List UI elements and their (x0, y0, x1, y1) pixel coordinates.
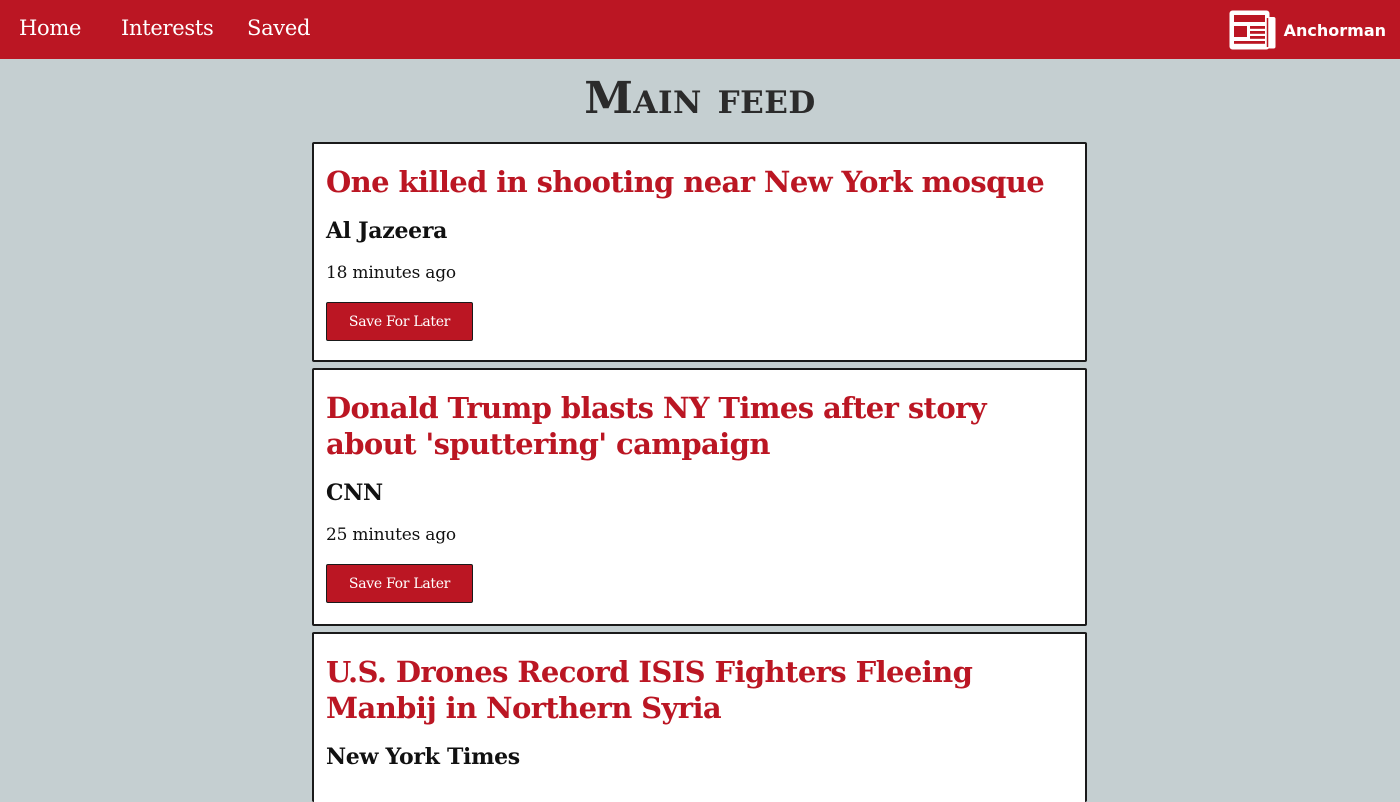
article-card: U.S. Drones Record ISIS Fighters Fleeing… (312, 632, 1087, 802)
article-time: 18 minutes ago (326, 263, 456, 283)
newspaper-icon (1229, 10, 1276, 50)
article-card: One killed in shooting near New York mos… (312, 142, 1087, 362)
nav-link-home[interactable]: Home (19, 15, 81, 41)
article-title-link[interactable]: U.S. Drones Record ISIS Fighters Fleeing… (326, 654, 1073, 726)
article-time: 25 minutes ago (326, 525, 456, 545)
article-title-link[interactable]: Donald Trump blasts NY Times after story… (326, 390, 1073, 462)
top-navbar: Home Interests Saved Anchorman (0, 0, 1400, 59)
brand-name: Anchorman (1283, 20, 1386, 40)
page-title: Main feed (584, 73, 816, 124)
nav-link-interests[interactable]: Interests (121, 15, 214, 41)
brand-logo-link[interactable]: Anchorman (1229, 9, 1386, 51)
save-for-later-button[interactable]: Save For Later (326, 302, 473, 341)
article-source: CNN (326, 480, 383, 506)
save-for-later-button[interactable]: Save For Later (326, 564, 473, 603)
article-source: Al Jazeera (326, 218, 448, 244)
article-card: Donald Trump blasts NY Times after story… (312, 368, 1087, 626)
article-source: New York Times (326, 744, 520, 770)
article-title-link[interactable]: One killed in shooting near New York mos… (326, 164, 1073, 200)
nav-link-saved[interactable]: Saved (247, 15, 310, 41)
